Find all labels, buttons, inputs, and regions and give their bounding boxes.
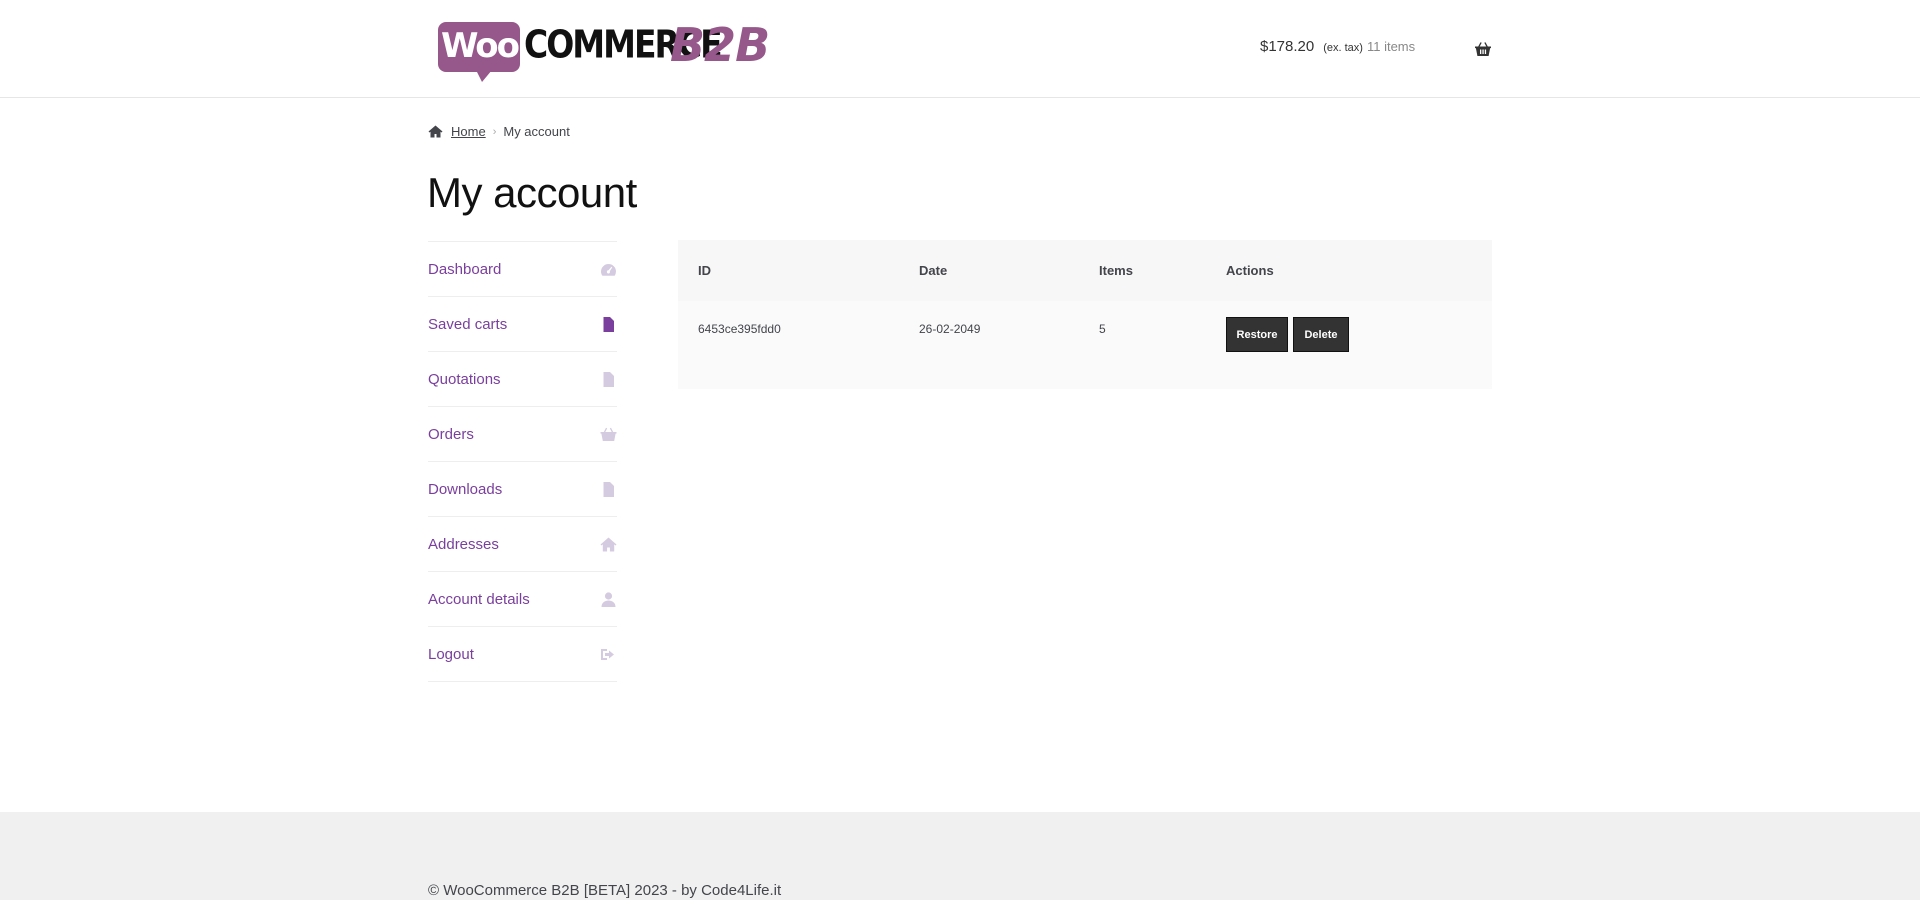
cart-amount: $178.20 [1260, 38, 1315, 55]
cell-cart-date: 26-02-2049 [919, 322, 981, 336]
nav-item-logout[interactable]: Logout [428, 627, 617, 682]
footer-copyright: © WooCommerce B2B [BETA] 2023 - by Code4… [428, 882, 782, 899]
user-icon [601, 592, 616, 607]
cell-cart-items: 5 [1099, 322, 1106, 336]
page-title: My account [427, 169, 637, 216]
nav-label-downloads: Downloads [428, 480, 503, 498]
sign-out-icon [601, 649, 614, 660]
nav-label-orders: Orders [428, 425, 474, 443]
nav-item-addresses[interactable]: Addresses [428, 517, 617, 572]
saved-carts-table: ID Date Items Actions 6453ce395fdd0 26-0… [678, 240, 1492, 389]
nav-label-addresses: Addresses [428, 535, 499, 553]
home-icon [428, 125, 443, 138]
delete-button[interactable]: Delete [1293, 317, 1349, 352]
nav-label-account-details: Account details [428, 590, 530, 608]
nav-item-quotations[interactable]: Quotations [428, 352, 617, 407]
nav-item-downloads[interactable]: Downloads [428, 462, 617, 517]
nav-item-orders[interactable]: Orders [428, 407, 617, 462]
restore-button[interactable]: Restore [1226, 317, 1288, 352]
column-header-date: Date [919, 263, 948, 278]
column-header-id: ID [698, 263, 711, 278]
table-header-row: ID Date Items Actions [678, 240, 1492, 301]
cart-tax-note: (ex. tax) [1323, 42, 1363, 54]
nav-item-dashboard[interactable]: Dashboard [428, 242, 617, 297]
basket-icon [600, 427, 617, 441]
nav-item-account-details[interactable]: Account details [428, 572, 617, 627]
basket-icon[interactable] [1474, 41, 1492, 57]
file-text-icon [603, 372, 614, 387]
breadcrumb: Home › My account [428, 124, 570, 139]
site-logo[interactable]: Woo COMMERCE B2B [438, 18, 778, 82]
site-footer: © WooCommerce B2B [BETA] 2023 - by Code4… [0, 812, 1920, 900]
cart-item-count: 11 items [1366, 39, 1416, 54]
column-header-items: Items [1099, 263, 1133, 278]
cell-cart-id: 6453ce395fdd0 [698, 322, 781, 336]
site-header: Woo COMMERCE B2B $178.20 (ex. tax) 11 it… [0, 0, 1920, 98]
file-download-icon [603, 482, 614, 497]
account-navigation: Dashboard Saved carts Quotations Orders … [428, 241, 617, 682]
nav-item-saved-carts[interactable]: Saved carts [428, 297, 617, 352]
column-header-actions: Actions [1226, 263, 1274, 278]
breadcrumb-current: My account [503, 124, 570, 139]
header-cart-link[interactable]: $178.20 (ex. tax) 11 items [1260, 38, 1415, 62]
breadcrumb-home-link[interactable]: Home [451, 124, 486, 139]
dashboard-icon [601, 264, 616, 276]
home-icon [600, 537, 617, 552]
nav-label-dashboard: Dashboard [428, 260, 502, 278]
nav-label-logout: Logout [428, 645, 474, 663]
logo-woo-text: Woo [441, 26, 520, 66]
file-icon [603, 317, 614, 332]
nav-label-saved-carts: Saved carts [428, 315, 508, 333]
logo-b2b-text: B2B [670, 18, 770, 72]
nav-label-quotations: Quotations [428, 370, 501, 388]
breadcrumb-separator: › [492, 125, 497, 138]
